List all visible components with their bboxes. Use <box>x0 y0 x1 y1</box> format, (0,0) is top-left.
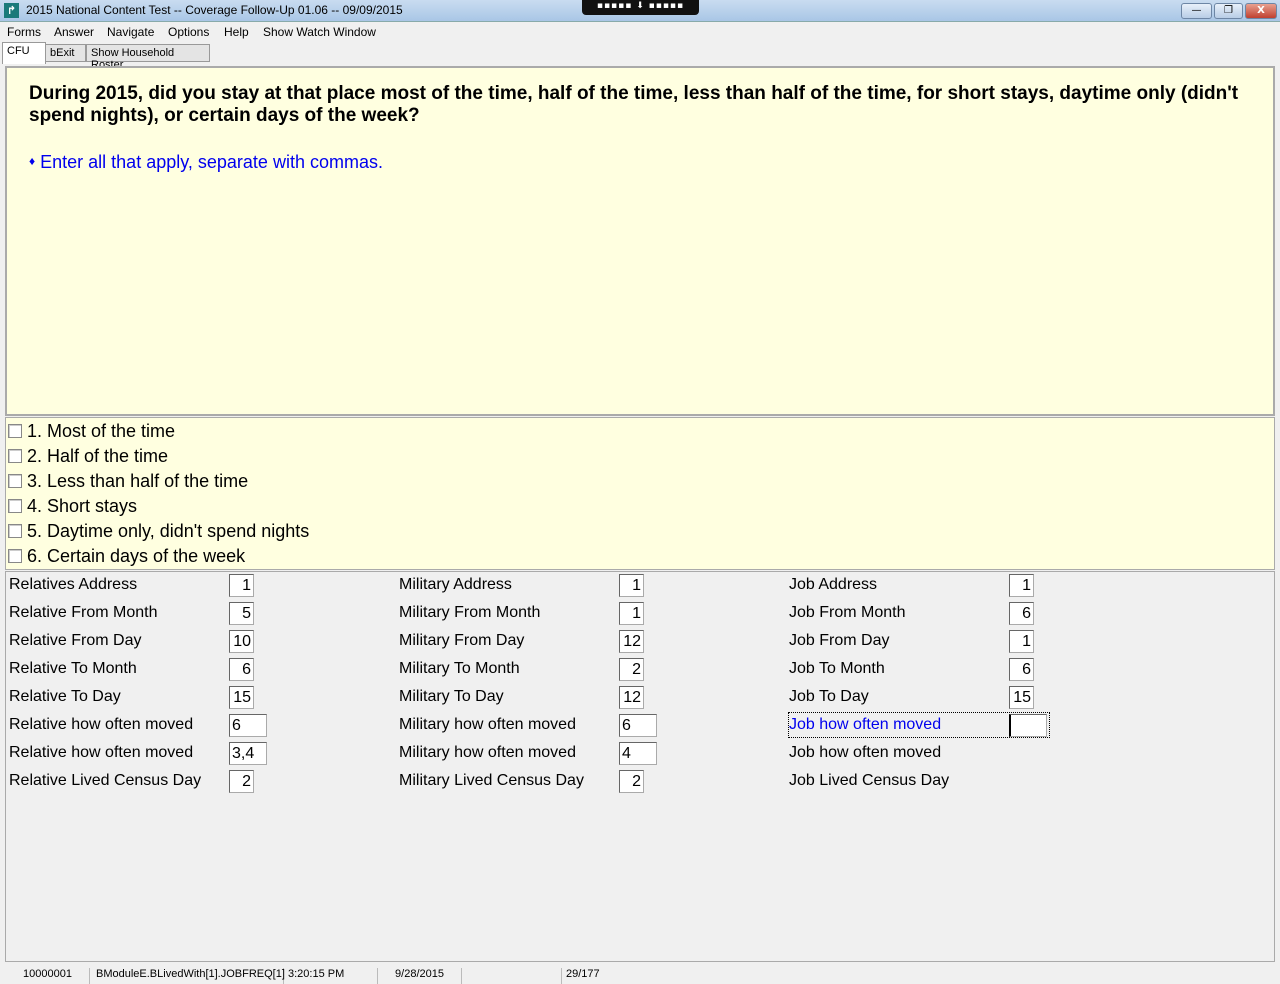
job-field-input[interactable]: 1 <box>1009 574 1034 597</box>
option-1[interactable]: 1. Most of the time <box>8 420 175 442</box>
military-field-input[interactable]: 1 <box>619 602 644 625</box>
status-page: 29/177 <box>566 968 600 980</box>
instruction-text: Enter all that apply, separate with comm… <box>40 152 383 172</box>
job-field-input[interactable]: 6 <box>1009 658 1034 681</box>
military-field-label: Military how often moved <box>399 744 576 761</box>
relatives-field-input[interactable]: 3,4 <box>229 742 267 765</box>
status-blank <box>462 968 562 984</box>
tab-bexit[interactable]: bExit <box>45 44 86 62</box>
menu-forms[interactable]: Forms <box>7 25 41 39</box>
relatives-field-input[interactable]: 6 <box>229 658 254 681</box>
military-field-input[interactable]: 6 <box>619 714 657 737</box>
checkbox[interactable] <box>8 424 22 438</box>
menu-options[interactable]: Options <box>168 25 209 39</box>
relatives-field-label: Relative how often moved <box>9 716 194 733</box>
bullet-icon: ♦ <box>29 154 36 168</box>
option-6[interactable]: 6. Certain days of the week <box>8 545 245 567</box>
job-field-input[interactable]: 1 <box>1009 630 1034 653</box>
relatives-field-label: Relatives Address <box>9 576 138 593</box>
answer-options: 1. Most of the time 2. Half of the time … <box>5 417 1275 570</box>
military-field-input[interactable]: 2 <box>619 658 644 681</box>
option-label: 2. Half of the time <box>27 445 169 466</box>
relatives-field-label: Relative To Day <box>9 688 121 705</box>
military-field-label: Military To Month <box>399 660 520 677</box>
question-text: During 2015, did you stay at that place … <box>29 83 1239 126</box>
military-field-input[interactable]: 4 <box>619 742 657 765</box>
military-field-input[interactable]: 1 <box>619 574 644 597</box>
job-field-label: Job From Month <box>789 604 906 621</box>
tab-bar: CFU bExit Show Household Roster <box>0 42 1280 71</box>
military-field-input[interactable]: 12 <box>619 686 644 709</box>
close-button[interactable]: X <box>1245 3 1277 19</box>
field-grid: Relatives Address 1 Relative From Month 5 Re… <box>5 571 1275 962</box>
military-field-input[interactable]: 2 <box>619 770 644 793</box>
minimize-button[interactable]: — <box>1181 3 1212 19</box>
option-label: 4. Short stays <box>27 495 138 516</box>
restore-button[interactable]: ❐ <box>1214 3 1243 19</box>
relatives-field-input[interactable]: 6 <box>229 714 267 737</box>
military-field-label: Military Lived Census Day <box>399 772 584 789</box>
option-3[interactable]: 3. Less than half of the time <box>8 470 248 492</box>
relatives-field-input[interactable]: 15 <box>229 686 254 709</box>
relatives-field-label: Relative From Day <box>9 632 142 649</box>
military-field-label: Military From Month <box>399 604 541 621</box>
relatives-field-label: Relative Lived Census Day <box>9 772 202 789</box>
option-4[interactable]: 4. Short stays <box>8 495 137 517</box>
dock-handle[interactable]: ▪▪▪▪▪ ⬇ ▪▪▪▪▪ <box>582 0 699 15</box>
status-time: 3:20:15 PM <box>284 968 378 984</box>
menu-help[interactable]: Help <box>224 25 249 39</box>
app-icon: ↱ <box>4 3 19 18</box>
job-field-label: Job From Day <box>789 632 890 649</box>
checkbox[interactable] <box>8 549 22 563</box>
military-field-input[interactable]: 12 <box>619 630 644 653</box>
checkbox[interactable] <box>8 499 22 513</box>
job-field-input[interactable]: 6 <box>1009 602 1034 625</box>
window-title: 2015 National Content Test -- Coverage F… <box>26 3 403 17</box>
job-field-input[interactable] <box>1009 714 1047 737</box>
option-label: 5. Daytime only, didn't spend nights <box>27 520 310 541</box>
tab-show-household-roster[interactable]: Show Household Roster <box>86 44 210 71</box>
military-field-label: Military From Day <box>399 632 525 649</box>
instruction: ♦ Enter all that apply, separate with co… <box>29 152 383 173</box>
status-bar: 10000001 BModuleE.BLivedWith[1].JOBFREQ[… <box>0 966 1280 984</box>
question-pane: During 2015, did you stay at that place … <box>5 66 1275 416</box>
menu-bar: Forms Answer Navigate Options Help Show … <box>0 22 1280 42</box>
option-label: 3. Less than half of the time <box>27 470 249 491</box>
relatives-field-label: Relative To Month <box>9 660 137 677</box>
checkbox[interactable] <box>8 449 22 463</box>
job-field-input[interactable]: 15 <box>1009 686 1034 709</box>
job-field-label: Job To Day <box>789 688 869 705</box>
relatives-field-input[interactable]: 10 <box>229 630 254 653</box>
menu-show-watch-window[interactable]: Show Watch Window <box>263 25 376 39</box>
military-field-label: Military Address <box>399 576 512 593</box>
military-field-label: Military how often moved <box>399 716 576 733</box>
status-date: 9/28/2015 <box>378 968 462 984</box>
job-field-label: Job how often moved <box>789 744 942 761</box>
job-field-label: Job To Month <box>789 660 885 677</box>
menu-navigate[interactable]: Navigate <box>107 25 154 39</box>
relatives-field-label: Relative From Month <box>9 604 158 621</box>
job-field-label: Job Address <box>789 576 878 593</box>
title-bar: ↱ 2015 National Content Test -- Coverage… <box>0 0 1280 22</box>
option-label: 6. Certain days of the week <box>27 545 246 566</box>
status-field: BModuleE.BLivedWith[1].JOBFREQ[1] <box>92 968 285 984</box>
tab-cfu[interactable]: CFU <box>2 42 46 64</box>
option-5[interactable]: 5. Daytime only, didn't spend nights <box>8 520 309 542</box>
job-field-label: Job Lived Census Day <box>789 772 950 789</box>
checkbox[interactable] <box>8 474 22 488</box>
relatives-field-input[interactable]: 1 <box>229 574 254 597</box>
status-case-id: 10000001 <box>0 968 90 984</box>
menu-answer[interactable]: Answer <box>54 25 94 39</box>
military-field-label: Military To Day <box>399 688 504 705</box>
relatives-field-label: Relative how often moved <box>9 744 194 761</box>
relatives-field-input[interactable]: 5 <box>229 602 254 625</box>
relatives-field-input[interactable]: 2 <box>229 770 254 793</box>
checkbox[interactable] <box>8 524 22 538</box>
option-label: 1. Most of the time <box>27 420 176 441</box>
option-2[interactable]: 2. Half of the time <box>8 445 168 467</box>
